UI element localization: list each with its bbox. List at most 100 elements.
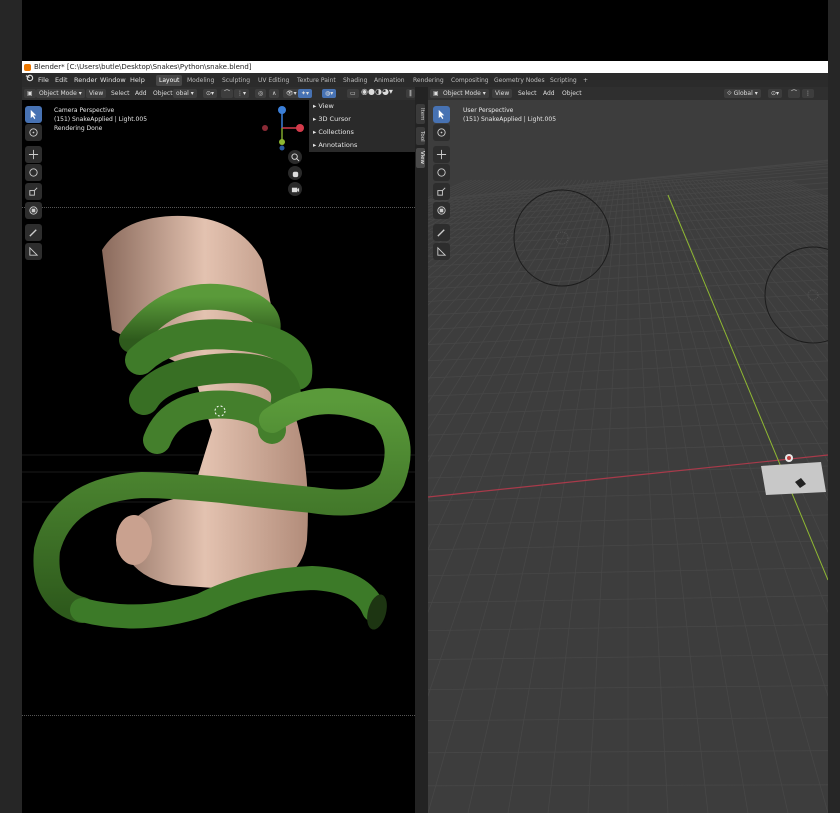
annotate-tool[interactable] — [25, 224, 42, 241]
pivot-icon[interactable]: ⊙▾ — [203, 89, 218, 98]
right-pivot-icon[interactable]: ⊙▾ — [768, 89, 783, 98]
right-measure-tool[interactable] — [433, 243, 450, 260]
menu-render[interactable]: Render — [74, 73, 97, 87]
left-view-menu[interactable]: View — [86, 89, 107, 98]
right-mode-label: Object Mode — [443, 90, 481, 97]
sidebar-row-view[interactable]: ▸ View — [313, 100, 334, 113]
menu-edit[interactable]: Edit — [55, 73, 68, 87]
tab-compositing[interactable]: Compositing — [448, 75, 492, 86]
menu-file[interactable]: File — [38, 73, 49, 87]
sidebar-row-collections[interactable]: ▸ Collections — [313, 126, 354, 139]
right-cursor-tool[interactable] — [433, 124, 450, 141]
tab-layout[interactable]: Layout — [156, 75, 183, 86]
cursor-tool[interactable] — [25, 124, 42, 141]
rotate-tool[interactable] — [25, 164, 42, 181]
area-divider[interactable] — [415, 87, 428, 813]
proportional-edit-icon[interactable]: ◎ — [255, 89, 267, 98]
right-transform-icon — [437, 206, 446, 215]
right-select-menu[interactable]: Select — [518, 89, 537, 98]
tab-rendering[interactable]: Rendering — [410, 75, 447, 86]
right-viewport-info: User Perspective (151) SnakeApplied | Li… — [463, 106, 556, 124]
right-add-menu[interactable]: Add — [543, 89, 555, 98]
right-move-tool[interactable] — [433, 146, 450, 163]
left-mode-dropdown[interactable]: Object Mode ▾ — [36, 89, 85, 98]
right-view-menu[interactable]: View — [492, 89, 513, 98]
left-info-object: (151) SnakeApplied | Light.005 — [54, 116, 148, 123]
sidebar-row-annotations[interactable]: ▸ Annotations — [313, 139, 357, 152]
right-transform-orientation[interactable]: ⟐ Global ▾ — [724, 89, 761, 98]
tab-scripting[interactable]: Scripting — [547, 75, 580, 86]
right-object-menu[interactable]: Object — [562, 89, 582, 98]
window-title: Blender* [C:\Users\butle\Desktop\Snakes\… — [34, 63, 252, 71]
zoom-icon[interactable] — [288, 150, 302, 164]
shading-modes[interactable]: ◉●◑◕▾ — [361, 87, 393, 96]
user-perspective-viewport[interactable]: User Perspective (151) SnakeApplied | Li… — [428, 100, 828, 813]
camera-icon[interactable] — [288, 182, 302, 196]
sidebar-tab-tool[interactable]: Tool — [416, 127, 425, 145]
window-titlebar: Blender* [C:\Users\butle\Desktop\Snakes\… — [22, 61, 828, 73]
right-transform-tool[interactable] — [433, 202, 450, 219]
tab-texture-paint[interactable]: Texture Paint — [294, 75, 339, 86]
transform-tool[interactable] — [25, 202, 42, 219]
sidebar-panel: ▸ View ▸ 3D Cursor ▸ Collections ▸ Annot… — [309, 100, 415, 152]
tab-geometry-nodes[interactable]: Geometry Nodes — [491, 75, 548, 86]
transform-icon — [29, 206, 38, 215]
sidebar-row-collections-label: Collections — [318, 128, 354, 136]
right-move-arrows-icon — [436, 149, 447, 160]
left-viewport-info: Camera Perspective (151) SnakeApplied | … — [54, 106, 147, 133]
left-border — [0, 0, 22, 813]
left-header-more-icon[interactable]: ‖ — [406, 89, 415, 98]
right-annotate-tool[interactable] — [433, 224, 450, 241]
left-select-menu[interactable]: Select — [111, 89, 130, 98]
snap-icon[interactable]: ⌒ — [221, 89, 234, 98]
tab-animation[interactable]: Animation — [371, 75, 408, 86]
sidebar-tab-item[interactable]: Item — [416, 104, 425, 124]
overlay-toggle-icon[interactable]: ◍▾ — [322, 89, 337, 98]
menu-help[interactable]: Help — [130, 73, 145, 87]
right-border — [828, 0, 840, 813]
scale-tool[interactable] — [25, 183, 42, 200]
right-ruler-icon — [437, 246, 447, 256]
snap-options-icon[interactable]: ⋮▾ — [234, 89, 250, 98]
right-scale-tool[interactable] — [433, 183, 450, 200]
left-info-view: Camera Perspective — [54, 107, 115, 114]
right-snap-options-icon[interactable]: ⋮ — [802, 89, 814, 98]
tab-sculpting[interactable]: Sculpting — [219, 75, 253, 86]
scale-icon — [29, 187, 38, 196]
camera-viewport[interactable]: Camera Perspective (151) SnakeApplied | … — [22, 100, 415, 813]
right-info-view: User Perspective — [463, 107, 514, 114]
crosshair-icon — [29, 128, 38, 137]
left-transform-orientation[interactable]: obal ▾ — [173, 89, 197, 98]
menu-window[interactable]: Window — [100, 73, 126, 87]
viewport-grid — [428, 159, 828, 813]
right-info-object: (151) SnakeApplied | Light.005 — [463, 116, 557, 123]
select-box-tool[interactable] — [25, 106, 42, 123]
top-menubar: File Edit Render Window Help Layout Mode… — [22, 73, 828, 87]
editor-type-button[interactable]: ▣ — [24, 89, 36, 98]
left-transform-label: obal — [176, 90, 189, 97]
measure-tool[interactable] — [25, 243, 42, 260]
right-select-box-tool[interactable] — [433, 106, 450, 123]
sidebar-row-3d-cursor[interactable]: ▸ 3D Cursor — [313, 113, 351, 126]
navigation-gizmo[interactable] — [260, 104, 308, 152]
move-tool[interactable] — [25, 146, 42, 163]
sidebar-tab-view[interactable]: View — [416, 148, 425, 168]
tab-uv-editing[interactable]: UV Editing — [255, 75, 292, 86]
blender-menu-icon[interactable] — [25, 73, 34, 87]
right-mode-dropdown[interactable]: Object Mode ▾ — [440, 89, 489, 98]
tab-modeling[interactable]: Modeling — [184, 75, 217, 86]
right-rotate-tool[interactable] — [433, 164, 450, 181]
right-pencil-icon — [437, 229, 445, 237]
tab-shading[interactable]: Shading — [340, 75, 370, 86]
left-add-menu[interactable]: Add — [135, 89, 147, 98]
right-viewport-header: ▣ Object Mode ▾ View Select Add Object ⟐… — [428, 87, 828, 100]
right-transform-label: Global — [733, 90, 753, 97]
add-workspace-button[interactable]: + — [580, 75, 591, 86]
right-snap-icon[interactable]: ⌒ — [788, 89, 801, 98]
pan-hand-icon[interactable] — [288, 166, 302, 180]
xray-toggle-icon[interactable]: ▭ — [347, 89, 359, 98]
left-info-status: Rendering Done — [54, 125, 103, 132]
left-object-menu[interactable]: Object — [153, 89, 173, 98]
gizmo-toggle-icon[interactable]: ✦▾ — [298, 89, 313, 98]
falloff-icon[interactable]: ∧ — [269, 89, 280, 98]
